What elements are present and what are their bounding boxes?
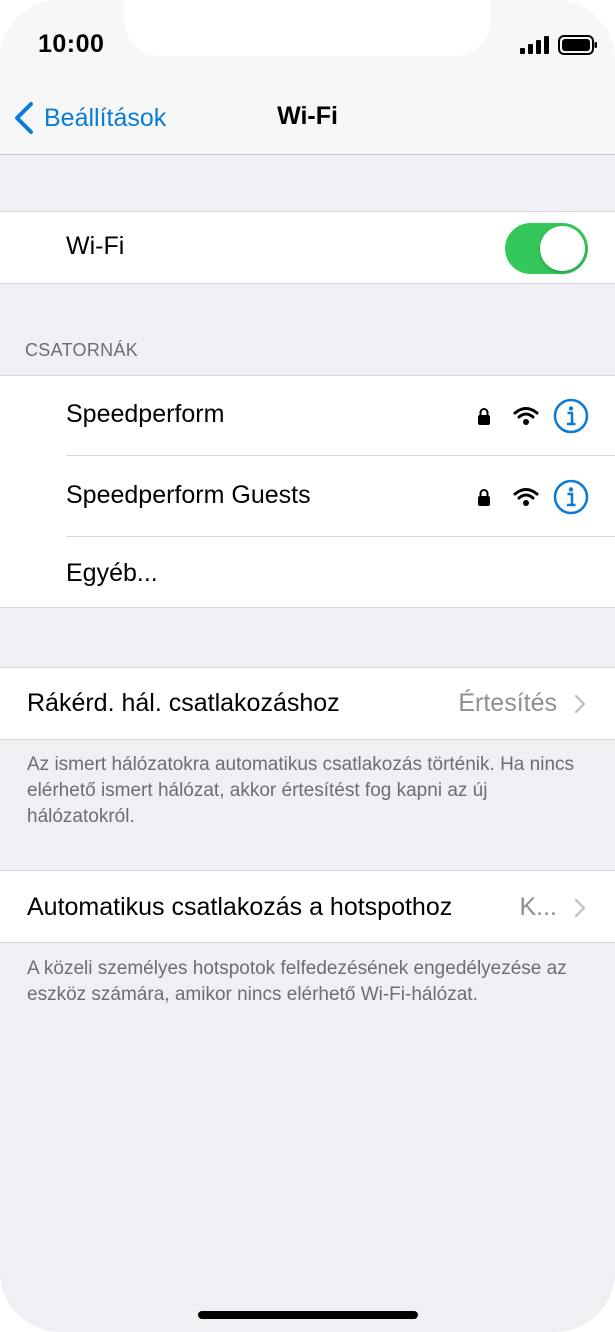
hotspot-footer: A közeli személyes hotspotok felfedezésé… <box>27 958 567 1005</box>
hotspot-label: Automatikus csatlakozás a hotspothoz <box>27 893 453 921</box>
networks-group: Speedperform Speedperform Guests Egyéb..… <box>0 375 615 608</box>
chevron-right-icon <box>574 898 586 918</box>
info-icon[interactable] <box>553 398 589 434</box>
wifi-signal-icon <box>513 488 539 506</box>
cellular-signal-icon <box>520 36 549 54</box>
network-name: Speedperform <box>66 400 225 428</box>
status-bar: 10:00 <box>0 0 615 90</box>
battery-full-icon <box>558 35 597 55</box>
status-time: 10:00 <box>38 30 105 58</box>
ask-join-footer: Az ismert hálózatokra automatikus csatla… <box>27 754 575 827</box>
wifi-toggle-switch[interactable] <box>505 223 588 274</box>
hotspot-row[interactable]: Automatikus csatlakozás a hotspothoz K..… <box>0 871 615 942</box>
notch <box>124 0 491 56</box>
info-icon[interactable] <box>553 479 589 515</box>
networks-section-header: CSATORNÁK <box>25 340 139 360</box>
network-name: Speedperform Guests <box>66 481 311 509</box>
toggle-knob <box>540 226 585 271</box>
network-row[interactable]: Speedperform Guests <box>0 456 615 537</box>
wifi-toggle-group: Wi-Fi <box>0 211 615 284</box>
network-status-icons <box>477 479 589 515</box>
network-row[interactable]: Speedperform <box>0 376 615 456</box>
ask-join-value: Értesítés <box>458 689 557 717</box>
page-title: Wi-Fi <box>277 102 338 130</box>
other-network-row[interactable]: Egyéb... <box>0 537 615 607</box>
network-status-icons <box>477 398 589 434</box>
lock-icon <box>478 408 490 425</box>
hotspot-group: Automatikus csatlakozás a hotspothoz K..… <box>0 870 615 943</box>
ask-join-group: Rákérd. hál. csatlakozáshoz Értesítés <box>0 667 615 740</box>
home-indicator[interactable] <box>198 1311 418 1319</box>
wifi-toggle-row: Wi-Fi <box>0 212 615 283</box>
lock-icon <box>478 489 490 506</box>
wifi-signal-icon <box>513 407 539 425</box>
ask-join-label: Rákérd. hál. csatlakozáshoz <box>27 689 340 717</box>
ask-join-row[interactable]: Rákérd. hál. csatlakozáshoz Értesítés <box>0 668 615 739</box>
screen: 10:00 Beállítások Wi-Fi Wi-Fi CSATORNÁK … <box>0 0 615 1332</box>
other-network-label: Egyéb... <box>66 559 158 587</box>
hotspot-value: K... <box>519 893 557 921</box>
chevron-right-icon <box>574 694 586 714</box>
navigation-bar: Beállítások Wi-Fi <box>0 90 615 155</box>
wifi-toggle-label: Wi-Fi <box>66 232 125 260</box>
